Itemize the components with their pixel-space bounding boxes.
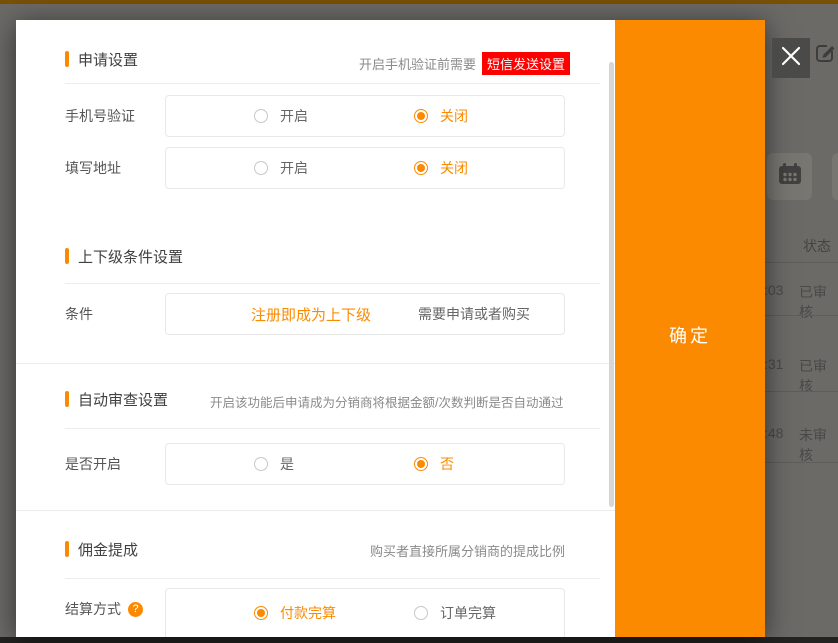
section-header-apply-settings: 申请设置	[65, 50, 138, 68]
section-note: 开启手机验证前需要短信发送设置	[359, 52, 570, 75]
row-label-enable: 是否开启	[65, 443, 121, 485]
section-divider	[16, 510, 615, 511]
section-note: 购买者直接所属分销商的提成比例	[370, 541, 565, 560]
row-label-phone-verify: 手机号验证	[65, 95, 135, 137]
table-row-time: :03	[764, 282, 790, 298]
section-marker	[65, 51, 69, 67]
section-marker	[65, 391, 69, 407]
radio-icon[interactable]	[254, 109, 268, 123]
table-row-status: 未审核	[799, 425, 838, 465]
section-note: 开启该功能后申请成为分销商将根据金额/次数判断是否自动通过	[210, 392, 563, 411]
row-label-fill-address: 填写地址	[65, 147, 121, 189]
calendar-button[interactable]	[767, 153, 812, 200]
divider	[65, 428, 600, 429]
row-label-settlement-method: 结算方式 ?	[65, 588, 143, 630]
settings-modal: 申请设置 开启手机验证前需要短信发送设置 手机号验证 开启 关闭 填写地址	[16, 20, 765, 637]
section-marker	[65, 541, 69, 557]
help-icon[interactable]: ?	[128, 602, 143, 617]
radio-option-on[interactable]: 开启	[254, 96, 308, 136]
radio-option-on[interactable]: 开启	[254, 148, 308, 188]
radio-option-no[interactable]: 否	[414, 444, 454, 484]
divider	[65, 283, 600, 284]
section-marker	[65, 248, 69, 264]
confirm-label: 确定	[615, 322, 765, 348]
radio-option-pay-settle[interactable]: 付款完算	[254, 589, 336, 637]
screen: 状态 :03 已审核 :31 已审核 :48 未审核 申请设置 开启手机验证前需…	[0, 0, 838, 643]
radio-icon[interactable]	[254, 457, 268, 471]
radio-option-off[interactable]: 关闭	[414, 96, 468, 136]
calendar-icon	[777, 161, 803, 192]
choice-need-apply-or-purchase[interactable]: 需要申请或者购买	[394, 294, 554, 334]
table-row-time: :48	[764, 425, 790, 441]
table-divider	[765, 462, 838, 463]
close-button[interactable]	[772, 38, 810, 78]
radio-icon[interactable]	[414, 606, 428, 620]
choice-register-becomes-hierarchy[interactable]: 注册即成为上下级	[231, 294, 391, 334]
section-header-commission: 佣金提成	[65, 540, 138, 558]
radio-group-settlement: 付款完算 订单完算	[165, 588, 565, 637]
section-header-auto-review: 自动审查设置	[65, 390, 168, 408]
close-icon	[780, 45, 802, 72]
radio-option-off[interactable]: 关闭	[414, 148, 468, 188]
partial-button[interactable]	[832, 153, 838, 200]
radio-icon[interactable]	[254, 161, 268, 175]
table-row-time: :31	[764, 356, 790, 372]
radio-group-phone-verify: 开启 关闭	[165, 95, 565, 137]
table-divider	[765, 262, 838, 263]
table-divider	[765, 315, 838, 316]
radio-option-yes[interactable]: 是	[254, 444, 294, 484]
sms-settings-badge[interactable]: 短信发送设置	[482, 52, 570, 75]
radio-selected-icon[interactable]	[414, 457, 428, 471]
modal-scrollbar[interactable]	[609, 62, 614, 507]
table-row-status: 已审核	[799, 356, 838, 396]
divider	[65, 83, 600, 84]
row-label-condition: 条件	[65, 293, 93, 335]
page-bottom-edge	[0, 637, 838, 643]
edit-icon[interactable]	[814, 42, 838, 66]
divider	[65, 578, 600, 579]
radio-selected-icon[interactable]	[254, 606, 268, 620]
section-header-hierarchy-condition: 上下级条件设置	[65, 247, 183, 265]
page-top-bar	[0, 0, 838, 4]
radio-option-order-settle[interactable]: 订单完算	[414, 589, 496, 637]
radio-group-fill-address: 开启 关闭	[165, 147, 565, 189]
table-divider	[765, 391, 838, 392]
confirm-button[interactable]: 确定	[615, 20, 765, 637]
table-row-status: 已审核	[799, 282, 838, 322]
radio-group-enable: 是 否	[165, 443, 565, 485]
status-column-header: 状态	[803, 236, 831, 256]
radio-selected-icon[interactable]	[414, 109, 428, 123]
modal-content: 申请设置 开启手机验证前需要短信发送设置 手机号验证 开启 关闭 填写地址	[16, 20, 615, 637]
radio-selected-icon[interactable]	[414, 161, 428, 175]
choice-group-condition: 注册即成为上下级 需要申请或者购买	[165, 293, 565, 335]
section-divider	[16, 363, 615, 364]
